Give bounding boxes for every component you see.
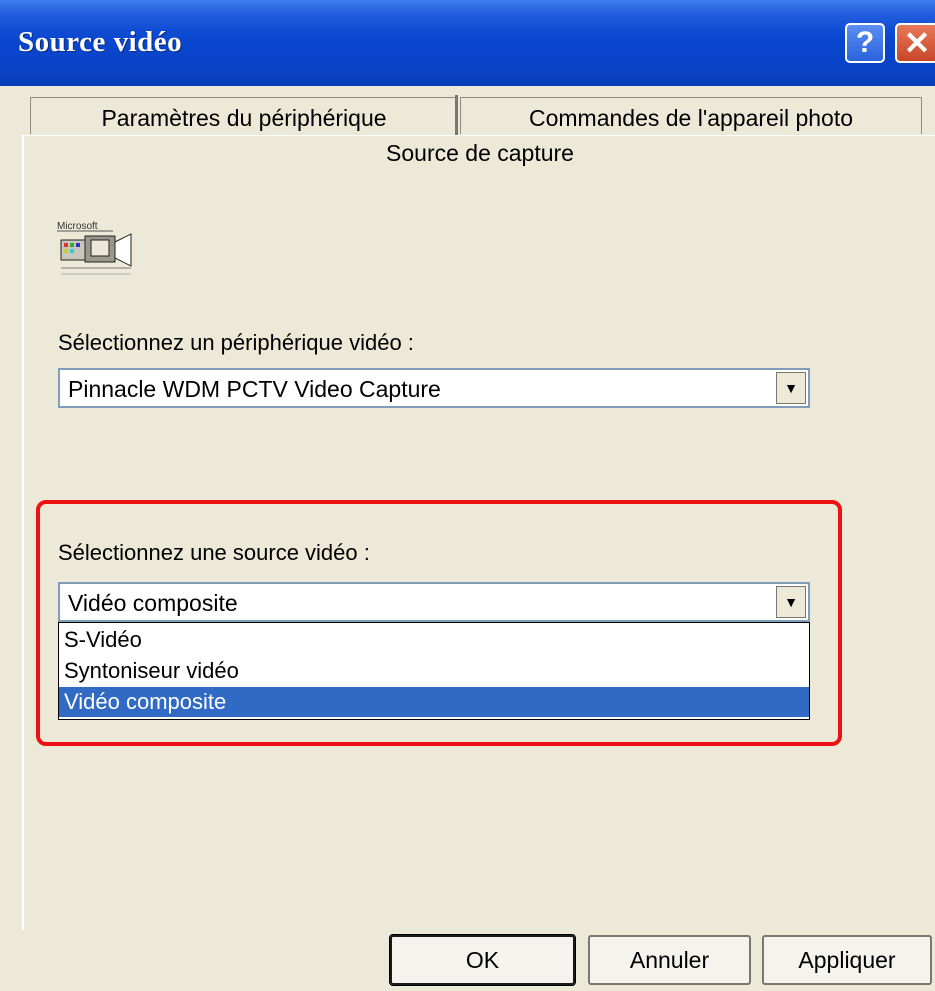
- source-select[interactable]: Vidéo composite ▼: [58, 582, 810, 622]
- device-label: Sélectionnez un périphérique vidéo :: [58, 330, 414, 355]
- dropdown-option-composite[interactable]: Vidéo composite: [59, 687, 809, 717]
- tab-capture-source[interactable]: Source de capture: [270, 140, 690, 167]
- video-camera-icon: Microsoft: [55, 218, 135, 292]
- close-button[interactable]: ✕: [895, 23, 935, 63]
- window-title: Source vidéo: [18, 26, 183, 58]
- cancel-button[interactable]: Annuler: [588, 935, 751, 985]
- tab-device-settings[interactable]: Paramètres du périphérique: [30, 97, 458, 134]
- apply-button[interactable]: Appliquer: [762, 935, 932, 985]
- chevron-down-icon[interactable]: ▼: [776, 586, 806, 618]
- device-select[interactable]: Pinnacle WDM PCTV Video Capture ▼: [58, 368, 810, 408]
- microsoft-logo-text: Microsoft: [57, 221, 98, 232]
- source-select-value: Vidéo composite: [68, 590, 238, 616]
- ok-button[interactable]: OK: [389, 934, 576, 986]
- chevron-down-icon[interactable]: ▼: [776, 372, 806, 404]
- source-dropdown-list[interactable]: S-Vidéo Syntoniseur vidéo Vidéo composit…: [58, 622, 810, 720]
- title-bar[interactable]: Source vidéo ? ✕: [0, 0, 935, 86]
- tab-camera-controls[interactable]: Commandes de l'appareil photo: [460, 97, 922, 134]
- help-button[interactable]: ?: [845, 23, 885, 63]
- tab-separator: [455, 95, 458, 135]
- dropdown-option-tuner[interactable]: Syntoniseur vidéo: [59, 656, 809, 686]
- source-label: Sélectionnez une source vidéo :: [58, 540, 370, 565]
- device-select-value: Pinnacle WDM PCTV Video Capture: [68, 376, 441, 402]
- dropdown-option-s-video[interactable]: S-Vidéo: [59, 625, 809, 655]
